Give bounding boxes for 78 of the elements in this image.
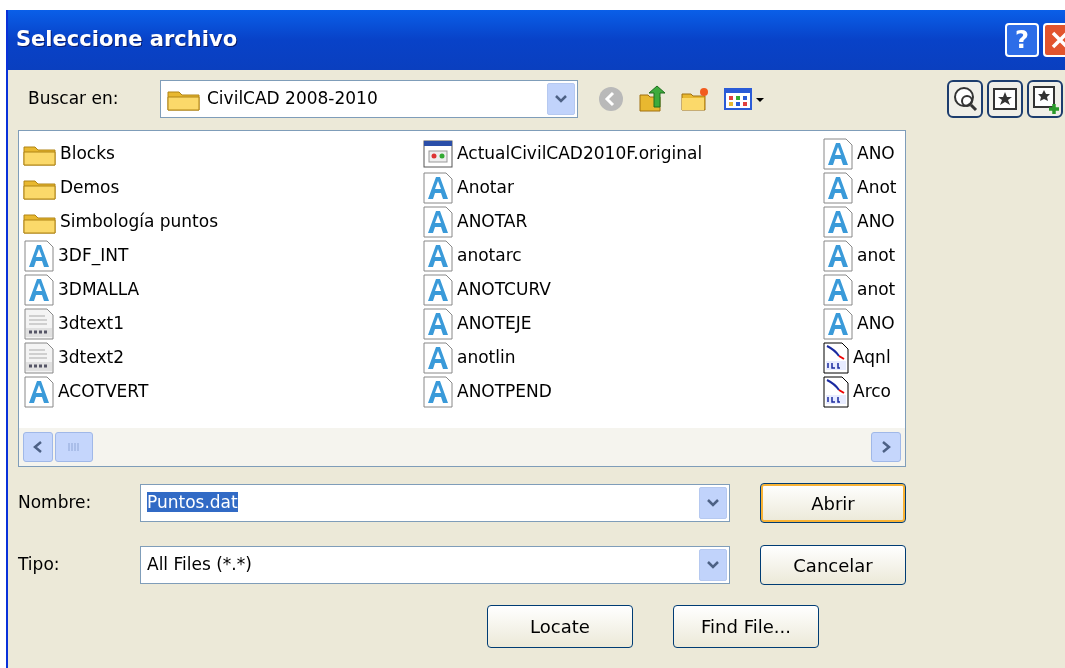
- font-file-icon: [822, 206, 854, 238]
- chevron-down-icon: [706, 498, 720, 508]
- file-item[interactable]: ANOTPEND: [422, 375, 822, 409]
- file-item[interactable]: Anot: [822, 171, 902, 205]
- font-file-icon: [822, 138, 854, 170]
- horizontal-scrollbar[interactable]: [19, 428, 905, 466]
- dropdown-button[interactable]: [699, 549, 727, 581]
- scroll-thumb[interactable]: [55, 432, 93, 462]
- file-item[interactable]: anotarc: [422, 239, 822, 273]
- file-item[interactable]: 3dtext2: [23, 341, 422, 375]
- dialog-button[interactable]: Cancelar: [760, 545, 906, 585]
- dropdown-button[interactable]: [699, 487, 727, 519]
- chevron-down-icon: [706, 560, 720, 570]
- font-file-icon: [822, 240, 854, 272]
- dialog-button[interactable]: Find File...: [673, 605, 819, 648]
- look-in-dropdown[interactable]: CivilCAD 2008-2010: [160, 80, 578, 118]
- file-item[interactable]: ANOTAR: [422, 205, 822, 239]
- font-file-icon: [422, 342, 454, 374]
- file-item[interactable]: 3DMALLA: [23, 273, 422, 307]
- dialog-button[interactable]: Locate: [487, 605, 633, 648]
- shx-file-icon: [23, 342, 55, 374]
- font-file-icon: [822, 308, 854, 340]
- file-item[interactable]: ACOTVERT: [23, 375, 422, 409]
- font-file-icon: [23, 376, 55, 408]
- scroll-left-button[interactable]: [23, 432, 53, 462]
- star-folder-icon[interactable]: [987, 80, 1023, 118]
- file-item[interactable]: Anotar: [422, 171, 822, 205]
- file-item[interactable]: 3dtext1: [23, 307, 422, 341]
- chevron-left-icon: [32, 440, 44, 454]
- file-item[interactable]: Aqnl: [822, 341, 902, 375]
- slide-file-icon: [822, 342, 850, 374]
- window-title: Seleccione archivo: [16, 26, 239, 54]
- file-item[interactable]: Demos: [23, 171, 422, 205]
- file-item[interactable]: Arco: [822, 375, 902, 409]
- add-favorite-icon[interactable]: [1027, 80, 1063, 118]
- file-name-field[interactable]: Puntos.dat: [140, 484, 730, 522]
- font-file-icon: [822, 274, 854, 306]
- file-item[interactable]: Blocks: [23, 137, 422, 171]
- shx-file-icon: [23, 308, 55, 340]
- file-item[interactable]: anotlin: [422, 341, 822, 375]
- font-file-icon: [422, 274, 454, 306]
- font-file-icon: [822, 172, 854, 204]
- file-item[interactable]: ANO: [822, 307, 902, 341]
- dialog-button[interactable]: Abrir: [760, 483, 906, 523]
- file-item[interactable]: ANO: [822, 137, 902, 171]
- font-file-icon: [23, 274, 55, 306]
- new-folder-icon[interactable]: [680, 86, 710, 112]
- file-item[interactable]: ANO: [822, 205, 902, 239]
- slide-file-icon: [822, 376, 850, 408]
- file-item[interactable]: ANOTCURV: [422, 273, 822, 307]
- file-type-dropdown[interactable]: All Files (*.*): [140, 546, 730, 584]
- font-file-icon: [422, 206, 454, 238]
- file-item[interactable]: 3DF_INT: [23, 239, 422, 273]
- dropdown-button[interactable]: [547, 83, 575, 115]
- font-file-icon: [422, 376, 454, 408]
- font-file-icon: [422, 308, 454, 340]
- font-file-icon: [422, 172, 454, 204]
- font-file-icon: [23, 240, 55, 272]
- look-in-value: CivilCAD 2008-2010: [207, 87, 379, 111]
- chevron-down-icon: [554, 94, 568, 104]
- file-item[interactable]: anot: [822, 239, 902, 273]
- search-icon[interactable]: [947, 80, 983, 118]
- chevron-right-icon: [880, 440, 892, 454]
- look-in-label: Buscar en:: [28, 87, 120, 111]
- grip-icon: [67, 442, 81, 452]
- application-icon: [422, 138, 454, 170]
- file-item[interactable]: ANOTEJE: [422, 307, 822, 341]
- file-item[interactable]: ActualCivilCAD2010F.original: [422, 137, 822, 171]
- file-name-label: Nombre:: [18, 491, 93, 515]
- close-icon: [1050, 30, 1065, 50]
- file-type-label: Tipo:: [18, 553, 61, 577]
- up-folder-icon[interactable]: [638, 85, 666, 113]
- views-icon[interactable]: [724, 87, 766, 111]
- file-item[interactable]: anot: [822, 273, 902, 307]
- scroll-right-button[interactable]: [871, 432, 901, 462]
- font-file-icon: [422, 240, 454, 272]
- help-button[interactable]: ?: [1005, 23, 1039, 57]
- file-item[interactable]: Simbología puntos: [23, 205, 422, 239]
